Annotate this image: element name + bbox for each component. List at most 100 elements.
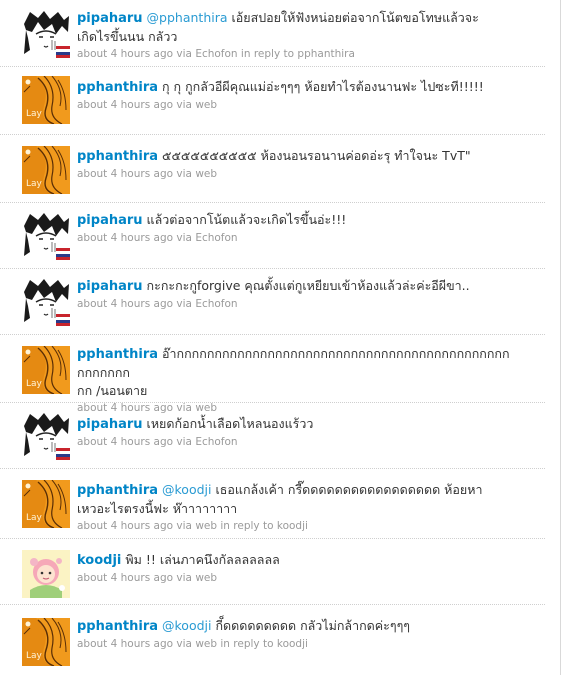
mention-link[interactable]: @pphanthira bbox=[147, 10, 228, 25]
tweet-text: koodji พิม !! เล่นภาคนึงกัลลลลลลล bbox=[77, 551, 517, 570]
tweet-text: pipaharu @pphanthira เอ้ยสปอยให้ฟังหน่อยต… bbox=[77, 9, 517, 46]
timestamp-link[interactable]: about 4 hours ago bbox=[77, 168, 173, 180]
via-label: via bbox=[176, 638, 192, 650]
tweet-item: pphanthira @koodji เธอแกล้งเค้า กรี๊ดดดดด… bbox=[0, 468, 545, 539]
tweet-text: pphanthira กุ กุ กูกลัวอีผีคุณแม่อ่ะๆๆๆ ห… bbox=[77, 78, 517, 97]
tweet-text-line1: เธอแกล้งเค้า กรี๊ดดดดดดดดดดดดดดดดด ห้อยห… bbox=[211, 482, 483, 497]
tweet-meta: about 4 hours ago via web in reply to ko… bbox=[77, 519, 517, 534]
tweet-meta: about 4 hours ago via web bbox=[77, 167, 517, 182]
tweet-item: pphanthira กุ กุ กูกลัวอีผีคุณแม่อ่ะๆๆๆ ห… bbox=[0, 66, 545, 135]
tweet-text-line2: เกิดไรขึ้นนน กลัวว bbox=[77, 29, 178, 44]
tweet-content: pphanthira @koodji กี็ดดดดดดดดด กลัวไม่กล… bbox=[77, 617, 517, 652]
source-link[interactable]: web bbox=[195, 638, 217, 650]
tweet-content: pipaharu เหยดก้อกน้ำเลือดไหลนองแร้วว abou… bbox=[77, 415, 517, 450]
tweet-item: pphanthira อ๊ากกกกกกกกกกกกกกกกกกกกกกกกกกก… bbox=[0, 334, 545, 414]
screen-name-link[interactable]: pphanthira bbox=[77, 149, 158, 164]
tweet-meta: about 4 hours ago via Echofon in reply t… bbox=[77, 47, 517, 62]
pphanthira-avatar[interactable] bbox=[22, 146, 70, 194]
reply-to-link[interactable]: pphanthira bbox=[297, 48, 355, 60]
tweet-meta: about 4 hours ago via Echofon bbox=[77, 435, 517, 450]
mention-link[interactable]: @koodji bbox=[162, 618, 211, 633]
source-link[interactable]: Echofon bbox=[195, 232, 237, 244]
tweet-content: pipaharu @pphanthira เอ้ยสปอยให้ฟังหน่อยต… bbox=[77, 9, 517, 62]
reply-label: in reply to bbox=[220, 638, 274, 650]
tweet-text-line1: ๕๕๕๕๕๕๕๕๕๕ ห้องนอนรอนานค่อดอ่ะรุ ทำใจนะ … bbox=[162, 148, 471, 163]
tweet-content: pphanthira กุ กุ กูกลัวอีผีคุณแม่อ่ะๆๆๆ ห… bbox=[77, 78, 517, 113]
via-label: via bbox=[176, 48, 192, 60]
screen-name-link[interactable]: pipaharu bbox=[77, 11, 143, 26]
mention-link[interactable]: @koodji bbox=[162, 482, 211, 497]
via-label: via bbox=[176, 232, 192, 244]
tweet-item: pipaharu เหยดก้อกน้ำเลือดไหลนองแร้วว abou… bbox=[0, 402, 545, 469]
tweet-content: pphanthira ๕๕๕๕๕๕๕๕๕๕ ห้องนอนรอนานค่อดอ่ะ… bbox=[77, 147, 517, 182]
via-label: via bbox=[176, 168, 192, 180]
tweet-text-line1: กุ กุ กูกลัวอีผีคุณแม่อ่ะๆๆๆ ห้อยทำไรต้อ… bbox=[162, 79, 484, 94]
tweet-text: pipaharu กะกะกะกูforgive คุณตั้งแต่กูเหยี… bbox=[77, 277, 517, 296]
via-label: via bbox=[176, 520, 192, 532]
source-link[interactable]: Echofon bbox=[195, 298, 237, 310]
pipaharu-avatar[interactable] bbox=[22, 10, 70, 58]
pphanthira-avatar[interactable] bbox=[22, 346, 70, 394]
tweet-text-line2: เหวอะไรตรงนี้ฟะ ห๊าาาาาาาา bbox=[77, 501, 238, 516]
reply-label: in reply to bbox=[240, 48, 295, 60]
source-link[interactable]: Echofon bbox=[195, 436, 237, 448]
timestamp-link[interactable]: about 4 hours ago bbox=[77, 48, 173, 60]
timestamp-link[interactable]: about 4 hours ago bbox=[77, 99, 173, 111]
tweet-item: pphanthira ๕๕๕๕๕๕๕๕๕๕ ห้องนอนรอนานค่อดอ่ะ… bbox=[0, 134, 545, 203]
tweet-text: pphanthira อ๊ากกกกกกกกกกกกกกกกกกกกกกกกกกก… bbox=[77, 345, 517, 400]
tweet-text: pipaharu แล้วต่อจากโน้ตแล้วจะเกิดไรขึ้นอ่… bbox=[77, 211, 517, 230]
tweet-content: pipaharu กะกะกะกูforgive คุณตั้งแต่กูเหยี… bbox=[77, 277, 517, 312]
tweet-text: pphanthira @koodji กี็ดดดดดดดดด กลัวไม่กล… bbox=[77, 617, 517, 636]
tweet-item: pphanthira @koodji กี็ดดดดดดดดด กลัวไม่กล… bbox=[0, 604, 545, 675]
tweet-text-line1: เหยดก้อกน้ำเลือดไหลนองแร้วว bbox=[146, 416, 314, 431]
pphanthira-avatar[interactable] bbox=[22, 480, 70, 528]
tweet-text-line2: กก /นอนตาย bbox=[77, 383, 148, 398]
timestamp-link[interactable]: about 4 hours ago bbox=[77, 572, 173, 584]
tweet-item: pipaharu @pphanthira เอ้ยสปอยให้ฟังหน่อยต… bbox=[0, 0, 545, 67]
tweet-text: pphanthira ๕๕๕๕๕๕๕๕๕๕ ห้องนอนรอนานค่อดอ่ะ… bbox=[77, 147, 517, 166]
screen-name-link[interactable]: pipaharu bbox=[77, 213, 143, 228]
reply-label: in reply to bbox=[220, 520, 274, 532]
via-label: via bbox=[176, 99, 192, 111]
pipaharu-avatar[interactable] bbox=[22, 212, 70, 260]
screen-name-link[interactable]: pipaharu bbox=[77, 417, 143, 432]
pipaharu-avatar[interactable] bbox=[22, 278, 70, 326]
via-label: via bbox=[176, 572, 192, 584]
screen-name-link[interactable]: pphanthira bbox=[77, 483, 158, 498]
koodji-avatar[interactable] bbox=[22, 550, 70, 598]
source-link[interactable]: web bbox=[195, 520, 217, 532]
tweet-meta: about 4 hours ago via web in reply to ko… bbox=[77, 637, 517, 652]
reply-to-link[interactable]: koodji bbox=[277, 638, 308, 650]
screen-name-link[interactable]: koodji bbox=[77, 553, 121, 568]
tweet-text-line1: กะกะกะกูforgive คุณตั้งแต่กูเหยียบเข้าห้… bbox=[146, 278, 470, 293]
screen-name-link[interactable]: pphanthira bbox=[77, 80, 158, 95]
tweet-text: pphanthira @koodji เธอแกล้งเค้า กรี๊ดดดดด… bbox=[77, 481, 517, 518]
screen-name-link[interactable]: pphanthira bbox=[77, 347, 158, 362]
pphanthira-avatar[interactable] bbox=[22, 618, 70, 666]
source-link[interactable]: Echofon bbox=[195, 48, 237, 60]
reply-to-link[interactable]: koodji bbox=[277, 520, 308, 532]
via-label: via bbox=[176, 298, 192, 310]
timeline: pipaharu @pphanthira เอ้ยสปอยให้ฟังหน่อยต… bbox=[0, 0, 561, 675]
timestamp-link[interactable]: about 4 hours ago bbox=[77, 436, 173, 448]
tweet-text-line1: เอ้ยสปอยให้ฟังหน่อยต่อจากโน้ตขอโทษแล้วจะ bbox=[227, 10, 479, 25]
timestamp-link[interactable]: about 4 hours ago bbox=[77, 232, 173, 244]
timestamp-link[interactable]: about 4 hours ago bbox=[77, 520, 173, 532]
tweet-content: pphanthira @koodji เธอแกล้งเค้า กรี๊ดดดดด… bbox=[77, 481, 517, 534]
source-link[interactable]: web bbox=[195, 99, 217, 111]
tweet-text: pipaharu เหยดก้อกน้ำเลือดไหลนองแร้วว bbox=[77, 415, 517, 434]
tweet-text-line1: พิม !! เล่นภาคนึงกัลลลลลลล bbox=[125, 552, 280, 567]
tweet-text-line1: กี็ดดดดดดดดด กลัวไม่กล้ากดค่ะๆๆๆ bbox=[211, 618, 410, 633]
tweet-content: pipaharu แล้วต่อจากโน้ตแล้วจะเกิดไรขึ้นอ่… bbox=[77, 211, 517, 246]
tweet-meta: about 4 hours ago via Echofon bbox=[77, 231, 517, 246]
tweet-text-line1: แล้วต่อจากโน้ตแล้วจะเกิดไรขึ้นอ่ะ!!! bbox=[146, 212, 347, 227]
screen-name-link[interactable]: pipaharu bbox=[77, 279, 143, 294]
screen-name-link[interactable]: pphanthira bbox=[77, 619, 158, 634]
source-link[interactable]: web bbox=[195, 168, 217, 180]
source-link[interactable]: web bbox=[195, 572, 217, 584]
timestamp-link[interactable]: about 4 hours ago bbox=[77, 638, 173, 650]
pphanthira-avatar[interactable] bbox=[22, 76, 70, 124]
timestamp-link[interactable]: about 4 hours ago bbox=[77, 298, 173, 310]
pipaharu-avatar[interactable] bbox=[22, 412, 70, 460]
via-label: via bbox=[176, 436, 192, 448]
